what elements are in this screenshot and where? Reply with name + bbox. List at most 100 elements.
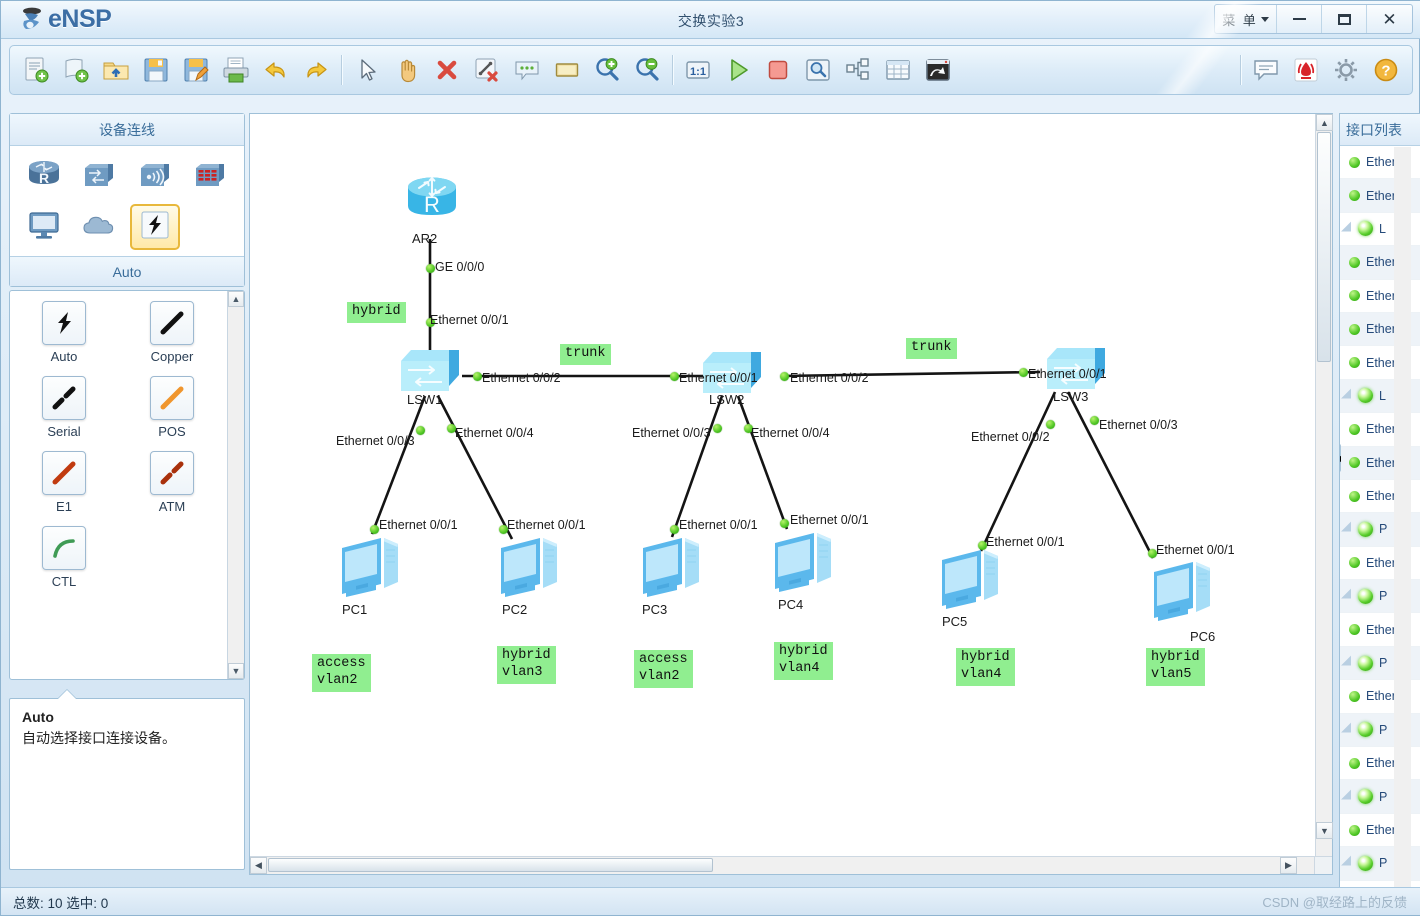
- scroll-left-icon[interactable]: ◀: [250, 857, 267, 874]
- device-category-grid: R: [10, 146, 244, 256]
- device-label: L: [1379, 388, 1386, 403]
- start-device-icon[interactable]: [718, 50, 758, 90]
- scroll-right-icon[interactable]: ▶: [1280, 857, 1297, 874]
- help-icon[interactable]: ?: [1366, 50, 1406, 90]
- expand-triangle-icon[interactable]: [1341, 522, 1356, 537]
- status-led-icon: [1349, 490, 1360, 502]
- new-topology-icon[interactable]: [16, 50, 56, 90]
- select-cursor-icon[interactable]: [347, 50, 387, 90]
- device-category-switch[interactable]: [74, 154, 124, 200]
- selected-group-label: Auto: [10, 256, 244, 286]
- minimize-button[interactable]: [1277, 5, 1322, 33]
- annotation-tag[interactable]: access vlan2: [312, 654, 371, 692]
- link-endpoint-dot: [713, 424, 722, 433]
- huawei-logo-icon[interactable]: [1286, 50, 1326, 90]
- zoom-reset-icon[interactable]: 1:1: [678, 50, 718, 90]
- expand-triangle-icon[interactable]: [1341, 588, 1356, 604]
- cloud-icon: [79, 208, 119, 247]
- canvas-vertical-scrollbar[interactable]: ▲ ▼: [1315, 114, 1333, 858]
- delete-icon[interactable]: [427, 50, 467, 90]
- vertical-scroll-thumb[interactable]: [1317, 132, 1331, 362]
- device-status-led-icon: [1358, 521, 1373, 537]
- topology-canvas[interactable]: R AR2 LSW1 LSW2 LSW3 PC1 PC2 PC3 PC4 PC5…: [250, 114, 1316, 858]
- e1-cable-icon: [42, 451, 86, 495]
- chevron-down-icon: [1260, 16, 1269, 22]
- device-label: P: [1379, 522, 1388, 537]
- serial-cable-icon: [42, 376, 86, 420]
- undo-icon[interactable]: [256, 50, 296, 90]
- annotation-tag[interactable]: hybrid vlan4: [774, 642, 833, 680]
- scroll-down-icon[interactable]: ▼: [228, 663, 244, 679]
- cable-item-auto[interactable]: Auto: [42, 301, 86, 364]
- expand-triangle-icon[interactable]: [1341, 221, 1356, 237]
- add-note-icon[interactable]: [507, 50, 547, 90]
- scroll-up-icon[interactable]: ▲: [1316, 114, 1333, 131]
- cable-item-pos[interactable]: POS: [150, 376, 194, 439]
- delete-link-icon[interactable]: [467, 50, 507, 90]
- device-label-ar2: AR2: [412, 231, 438, 246]
- annotation-tag[interactable]: hybrid vlan3: [497, 646, 556, 684]
- cable-item-copper[interactable]: Copper: [150, 301, 194, 364]
- grid-icon[interactable]: [878, 50, 918, 90]
- cable-item-ctl[interactable]: CTL: [42, 526, 86, 589]
- maximize-icon: [1337, 13, 1351, 25]
- horizontal-scroll-thumb[interactable]: [268, 858, 713, 872]
- expand-triangle-icon[interactable]: [1341, 789, 1356, 805]
- maximize-button[interactable]: [1322, 5, 1367, 33]
- cable-item-atm[interactable]: ATM: [150, 451, 194, 514]
- status-led-icon: [1349, 690, 1360, 702]
- settings-gear-icon[interactable]: [1326, 50, 1366, 90]
- cable-item-serial[interactable]: Serial: [42, 376, 86, 439]
- device-sidebar: 设备连线 R Auto Auto Copper Serial POS E1 AT…: [9, 113, 245, 889]
- close-button[interactable]: ✕: [1367, 5, 1412, 33]
- device-category-firewall[interactable]: [185, 154, 235, 200]
- pan-hand-icon[interactable]: [387, 50, 427, 90]
- link-endpoint-dot: [1046, 420, 1055, 429]
- expand-triangle-icon[interactable]: [1341, 388, 1356, 404]
- device-category-connection[interactable]: [129, 204, 180, 250]
- device-label: L: [1379, 221, 1386, 236]
- interface-list-scrollbar[interactable]: [1394, 147, 1411, 888]
- annotation-tag[interactable]: trunk: [560, 344, 611, 365]
- link-endpoint-dot: [670, 525, 679, 534]
- scroll-up-icon[interactable]: ▲: [228, 291, 244, 307]
- print-icon[interactable]: [216, 50, 256, 90]
- cable-item-e1[interactable]: E1: [42, 451, 86, 514]
- panel-splitter-handle[interactable]: ◀: [1340, 444, 1341, 472]
- device-category-router[interactable]: R: [19, 154, 69, 200]
- save-as-icon[interactable]: [176, 50, 216, 90]
- redo-icon[interactable]: [296, 50, 336, 90]
- console-icon[interactable]: [918, 50, 958, 90]
- annotation-tag[interactable]: hybrid vlan5: [1146, 648, 1205, 686]
- menu-button[interactable]: 菜 单: [1215, 5, 1277, 33]
- zoom-out-icon[interactable]: [627, 50, 667, 90]
- add-shape-icon[interactable]: [547, 50, 587, 90]
- save-icon[interactable]: [136, 50, 176, 90]
- interface-list-header: 接口列表: [1340, 114, 1420, 146]
- expand-triangle-icon[interactable]: [1341, 855, 1356, 871]
- annotation-tag[interactable]: hybrid: [347, 302, 406, 323]
- canvas-horizontal-scrollbar[interactable]: ◀ ▶: [250, 856, 1316, 874]
- topology-tree-icon[interactable]: [838, 50, 878, 90]
- ensp-window: eNSP 交换实验3 菜 单 ✕ 1:1 ? 设备连线 R Auto Auto …: [0, 0, 1420, 916]
- device-status-led-icon: [1358, 221, 1373, 237]
- scroll-down-icon[interactable]: ▼: [1316, 822, 1333, 839]
- stop-device-icon[interactable]: [758, 50, 798, 90]
- device-category-wlan[interactable]: [130, 154, 180, 200]
- zoom-in-icon[interactable]: [587, 50, 627, 90]
- new-blank-icon[interactable]: [56, 50, 96, 90]
- expand-triangle-icon[interactable]: [1341, 722, 1356, 738]
- device-category-terminal[interactable]: [19, 204, 69, 250]
- device-status-led-icon: [1358, 789, 1373, 805]
- cable-list-scrollbar[interactable]: ▲ ▼: [227, 291, 244, 679]
- interface-label: Ether: [1366, 455, 1396, 470]
- expand-triangle-icon[interactable]: [1341, 655, 1356, 671]
- annotation-tag[interactable]: trunk: [906, 338, 957, 359]
- feedback-icon[interactable]: [1246, 50, 1286, 90]
- annotation-tag[interactable]: hybrid vlan4: [956, 648, 1015, 686]
- device-label-lsw1: LSW1: [407, 392, 443, 407]
- capture-packet-icon[interactable]: [798, 50, 838, 90]
- open-folder-icon[interactable]: [96, 50, 136, 90]
- annotation-tag[interactable]: access vlan2: [634, 650, 693, 688]
- device-category-cloud[interactable]: [74, 204, 124, 250]
